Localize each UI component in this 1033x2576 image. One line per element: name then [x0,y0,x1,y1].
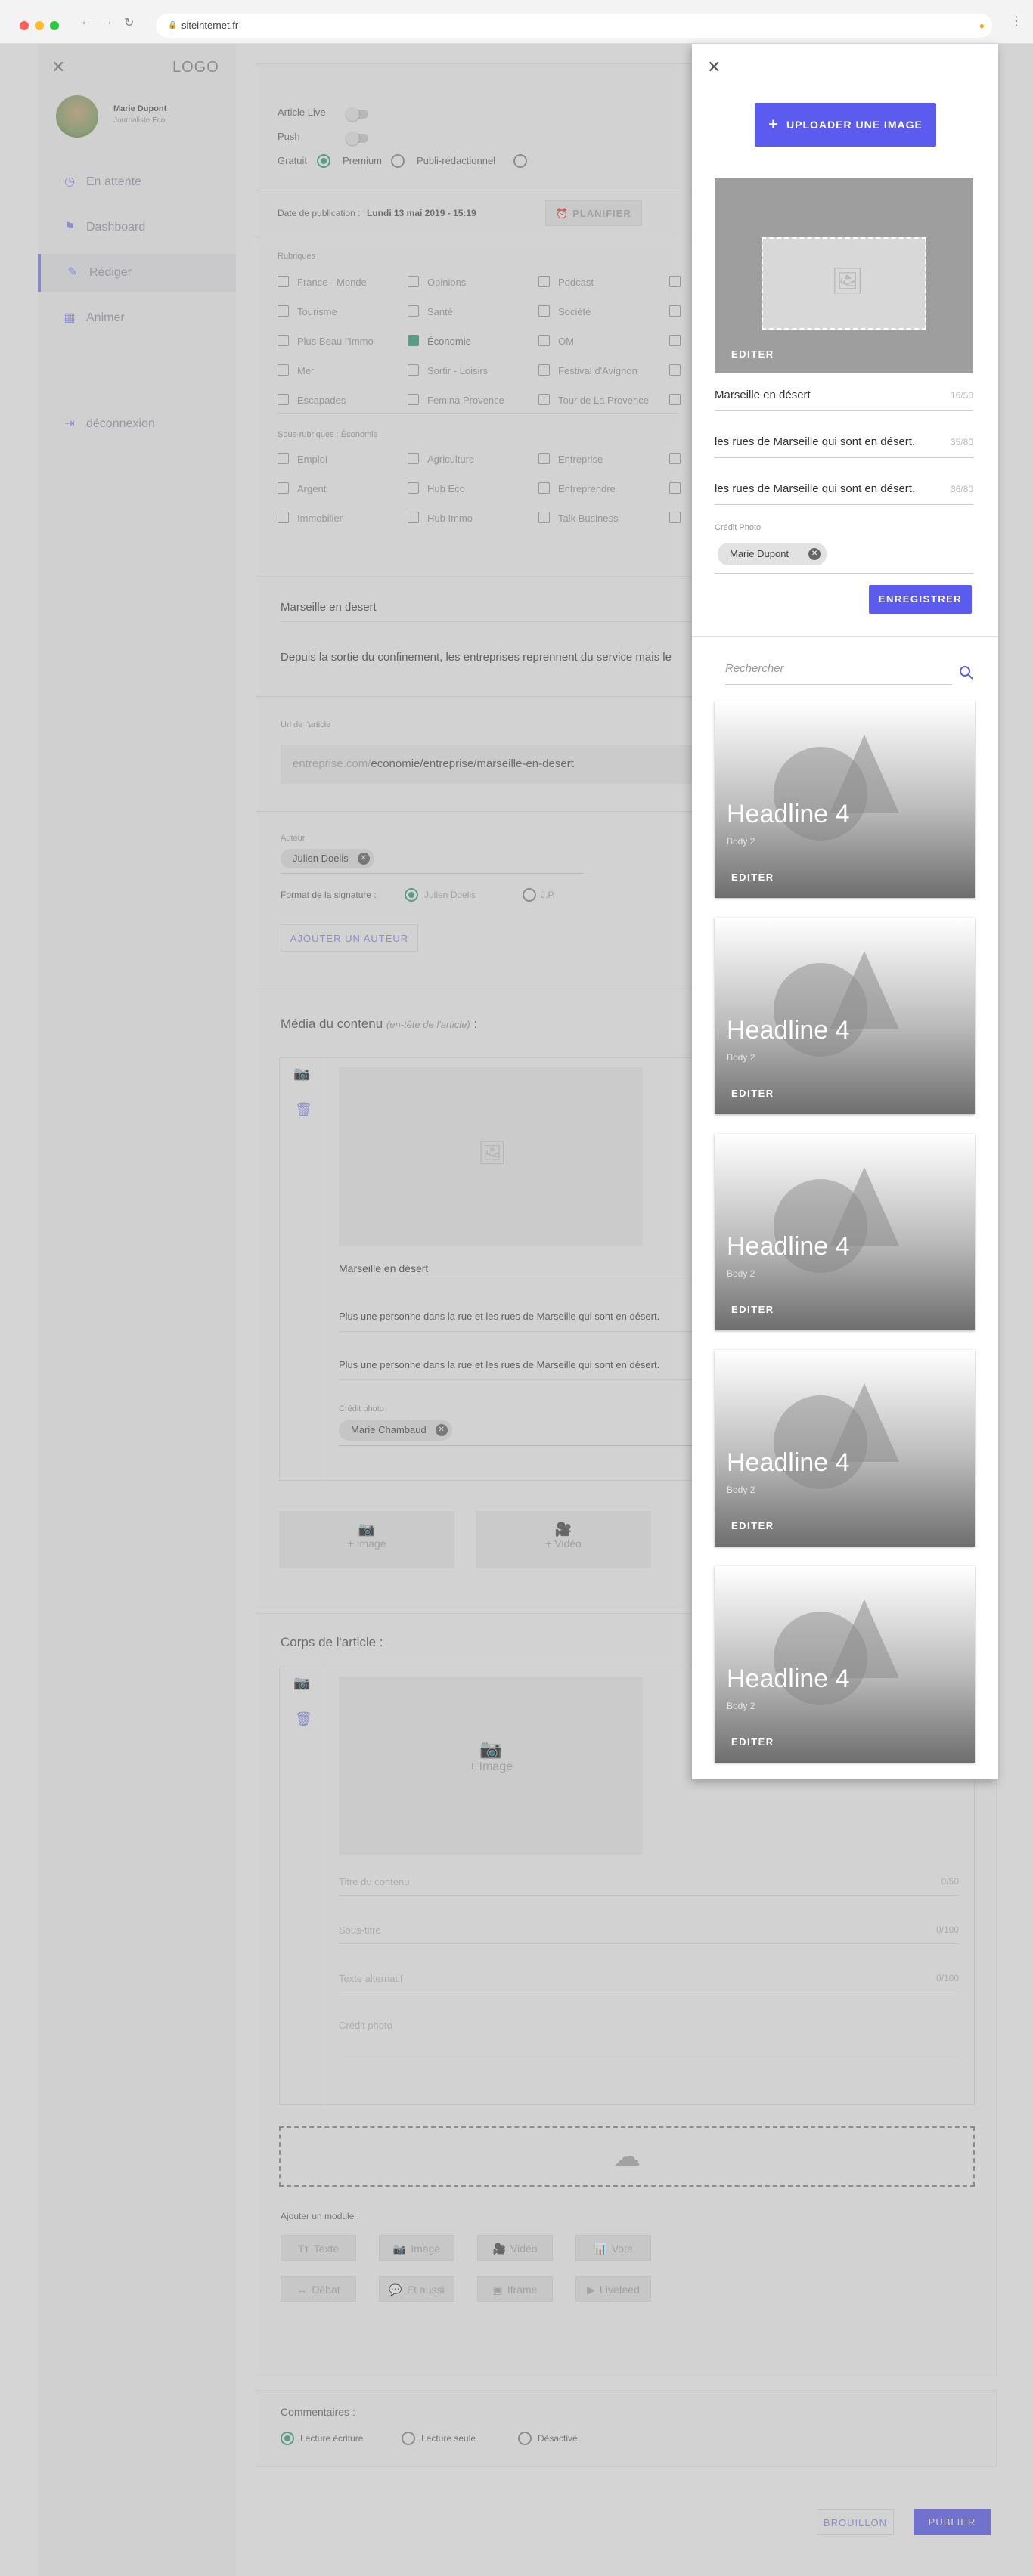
save-label: ENREGISTRER [878,593,963,605]
image-upload-panel: ✕ + UPLOADER UNE IMAGE 🖼 EDITER Marseille… [692,44,998,1779]
image-result-body: Body 2 [727,1052,755,1063]
image-placeholder: 🖼 [762,237,926,330]
address-bar[interactable]: 🔒 siteinternet.fr ● [156,14,992,38]
image-result-tile[interactable]: Headline 4 Body 2 EDITER [715,1134,975,1330]
minimize-window-icon[interactable] [35,21,44,30]
image-result-headline: Headline 4 [727,1664,850,1693]
remove-credit-icon[interactable]: ✕ [808,548,821,560]
search-icon[interactable] [959,665,974,680]
back-icon[interactable]: ← [80,15,92,29]
reload-icon[interactable]: ↻ [124,15,134,30]
image-subtitle-input[interactable]: les rues de Marseille qui sont en désert… [715,435,973,458]
browser-menu-icon[interactable]: ⋮ [1010,14,1022,29]
upload-image-button[interactable]: + UPLOADER UNE IMAGE [755,103,936,147]
edit-image-button[interactable]: EDITER [731,1736,774,1748]
divider [692,636,998,637]
image-credit-chip[interactable]: Marie Dupont ✕ [718,543,827,565]
maximize-window-icon[interactable] [50,21,59,30]
extension-icon[interactable]: ● [979,14,985,38]
image-alt-text: les rues de Marseille qui sont en désert… [715,482,916,495]
image-result-headline: Headline 4 [727,1232,850,1261]
image-result-body: Body 2 [727,1268,755,1279]
close-panel-icon[interactable]: ✕ [707,57,721,77]
image-result-body: Body 2 [727,1701,755,1711]
image-preview: 🖼 EDITER [715,178,973,373]
lock-icon: 🔒 [168,21,178,29]
image-result-headline: Headline 4 [727,1016,850,1045]
image-icon: 🖼 [831,267,864,296]
save-button[interactable]: ENREGISTRER [869,585,972,614]
forward-icon[interactable]: → [101,15,113,29]
edit-image-button[interactable]: EDITER [731,872,774,883]
close-window-icon[interactable] [20,21,29,30]
browser-bar: ← → ↻ 🔒 siteinternet.fr ● ⋮ [0,0,1033,44]
image-title-text: Marseille en désert [715,389,811,401]
image-result-headline: Headline 4 [727,1448,850,1477]
image-result-tile[interactable]: Headline 4 Body 2 EDITER [715,1566,975,1763]
plus-icon: + [768,115,780,134]
image-subtitle-text: les rues de Marseille qui sont en désert… [715,435,916,448]
url-text: siteinternet.fr [181,20,239,31]
edit-image-button[interactable]: EDITER [731,1520,774,1531]
image-subtitle-count: 35/80 [950,437,973,447]
image-credit-label: Crédit Photo [715,523,762,532]
image-title-input[interactable]: Marseille en désert 16/50 [715,389,973,411]
image-alt-input[interactable]: les rues de Marseille qui sont en désert… [715,482,973,505]
edit-preview-button[interactable]: EDITER [731,348,774,360]
image-result-tile[interactable]: Headline 4 Body 2 EDITER [715,918,975,1114]
image-result-tile[interactable]: Headline 4 Body 2 EDITER [715,1350,975,1547]
search-input[interactable]: Rechercher [725,662,952,685]
image-result-body: Body 2 [727,1485,755,1495]
image-result-headline: Headline 4 [727,800,850,828]
image-result-body: Body 2 [727,836,755,847]
edit-image-button[interactable]: EDITER [731,1304,774,1315]
image-alt-count: 36/80 [950,484,973,494]
search-placeholder: Rechercher [725,662,784,675]
image-credit-name: Marie Dupont [730,548,789,559]
image-title-count: 16/50 [950,390,973,401]
upload-image-label: UPLOADER UNE IMAGE [786,119,923,131]
image-result-tile[interactable]: Headline 4 Body 2 EDITER [715,701,975,898]
edit-image-button[interactable]: EDITER [731,1088,774,1099]
divider [715,573,973,574]
